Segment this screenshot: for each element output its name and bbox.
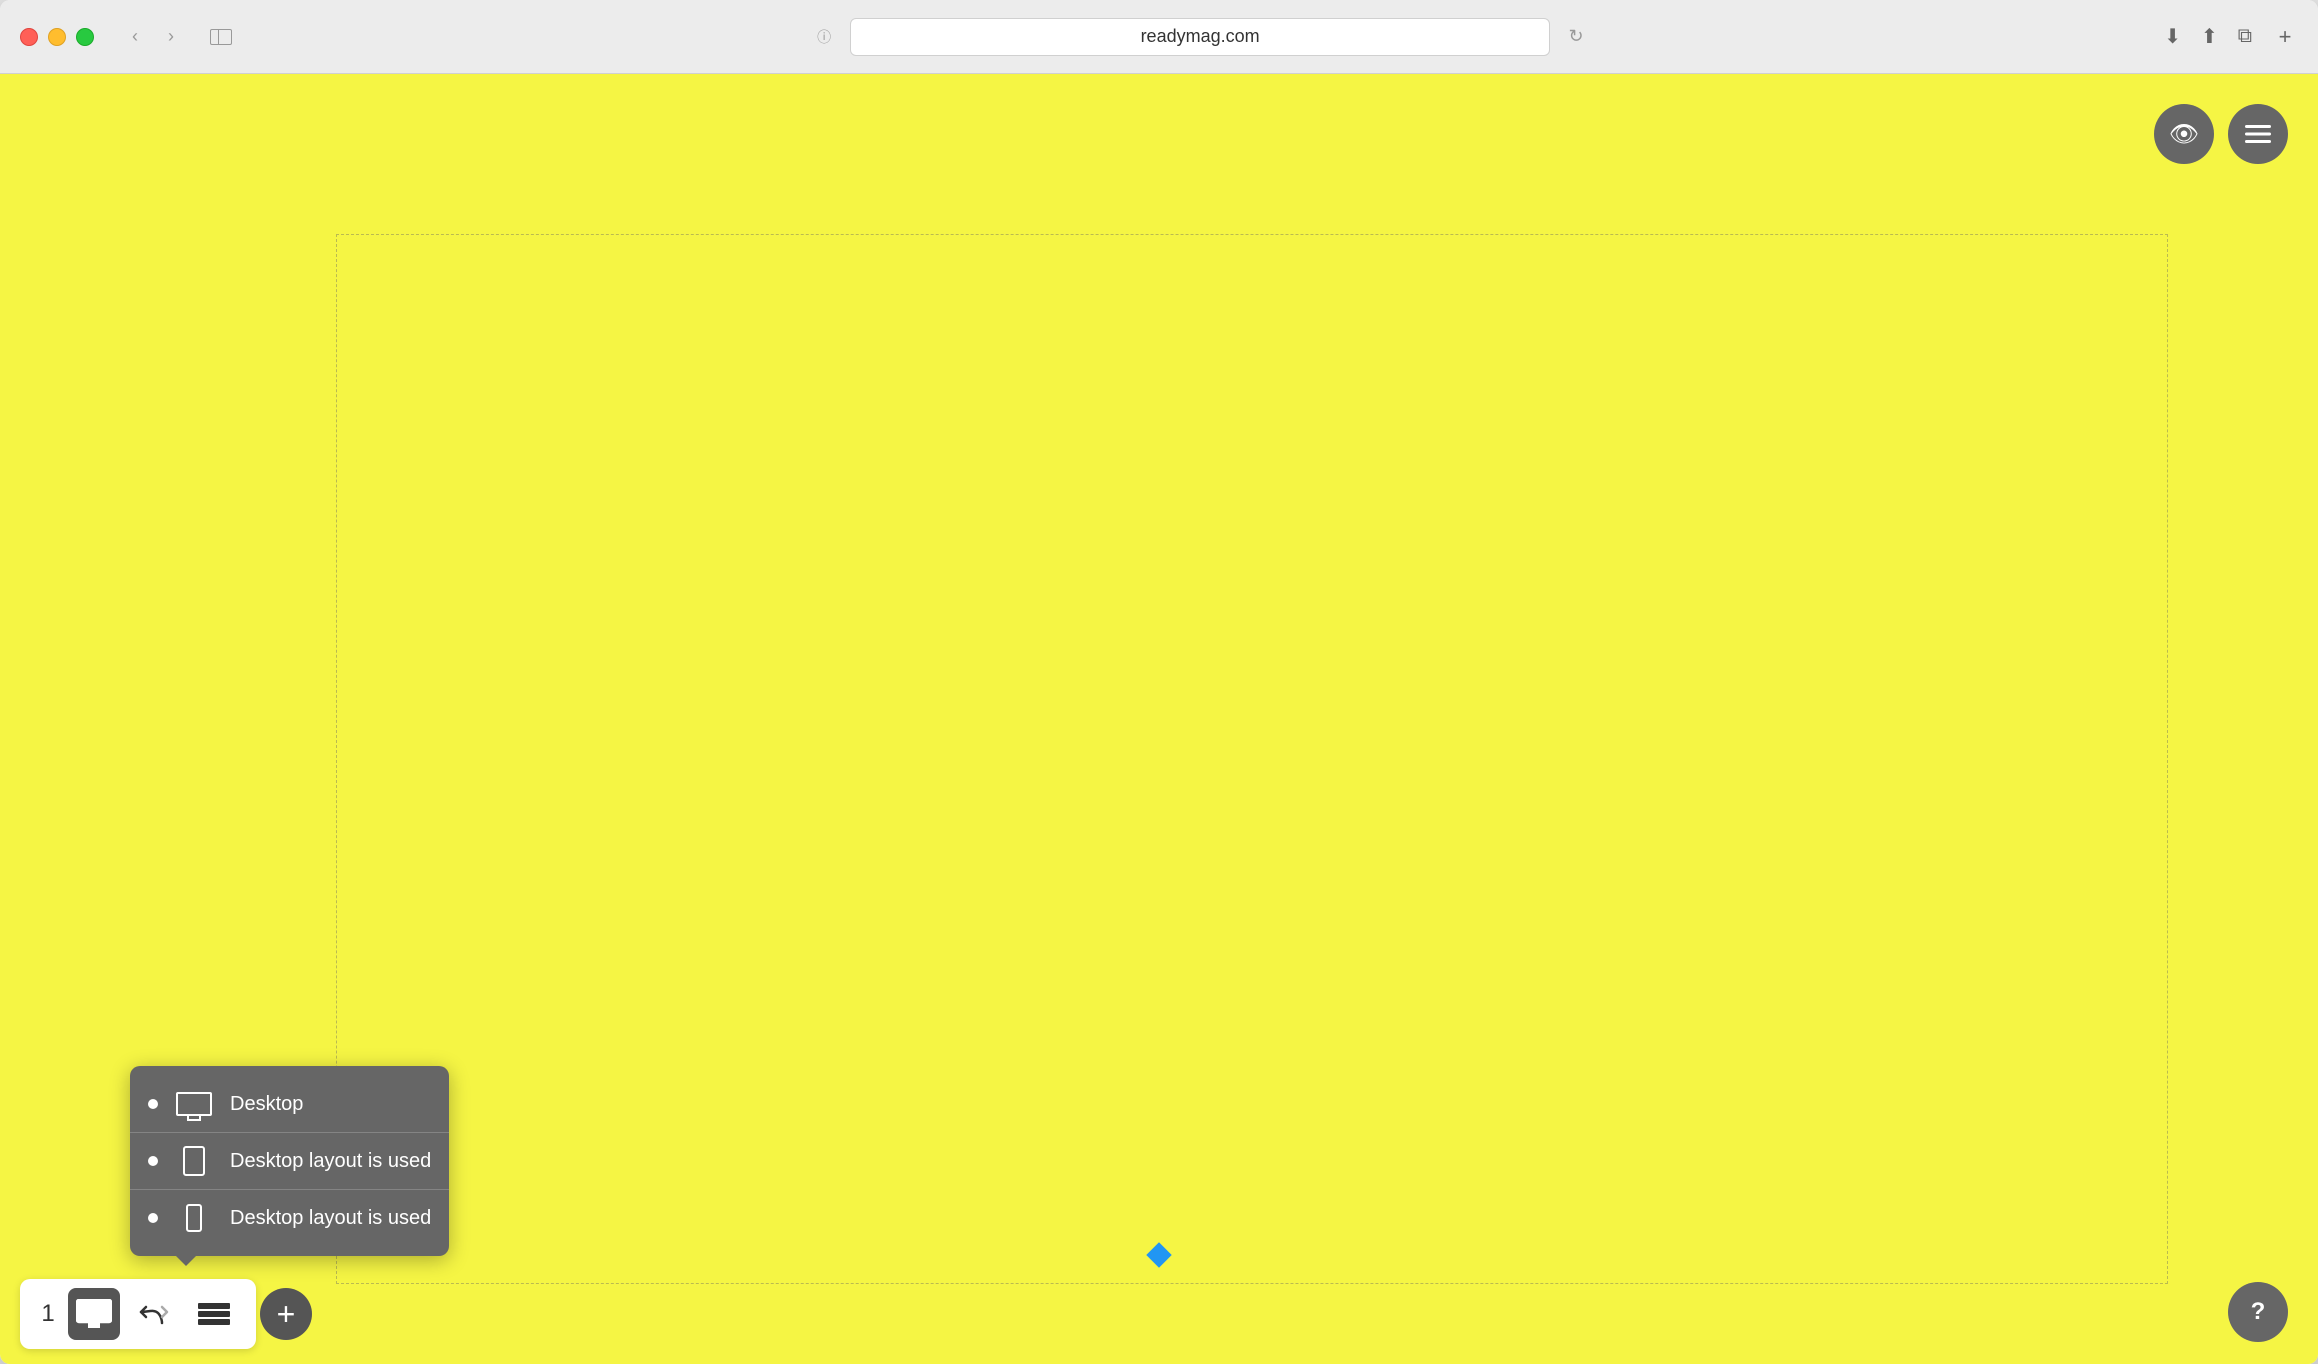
browser-actions: ⬇ ⬆ ⧉ + (2164, 24, 2298, 50)
download-icon[interactable]: ⬇ (2164, 24, 2181, 49)
desktop-device-icon (174, 1090, 214, 1118)
dropdown-item-desktop[interactable]: Desktop (130, 1076, 449, 1132)
top-right-controls: 👁 (2154, 104, 2288, 164)
layers-button[interactable] (188, 1288, 240, 1340)
mobile-device-icon (174, 1204, 214, 1232)
eye-icon: 👁 (2169, 120, 2199, 149)
toolbar-group: 1 (20, 1279, 256, 1349)
layout-dropdown: Desktop Desktop layout is used Desktop l… (130, 1066, 449, 1256)
address-bar-container: ⓘ readymag.com ↻ (252, 18, 2148, 56)
duplicate-icon[interactable]: ⧉ (2238, 25, 2252, 48)
tablet-device-icon (174, 1147, 214, 1175)
desktop-icon (176, 1092, 212, 1116)
minimize-button[interactable] (48, 28, 66, 46)
browser-titlebar: ‹ › ⓘ readymag.com ↻ ⬇ ⬆ ⧉ + (0, 0, 2318, 74)
dropdown-item-tablet[interactable]: Desktop layout is used (130, 1132, 449, 1189)
tablet-label: Desktop layout is used (230, 1150, 431, 1173)
info-icon: ⓘ (810, 23, 838, 51)
mobile-icon (186, 1204, 202, 1232)
desktop-layout-button[interactable] (68, 1288, 120, 1340)
close-button[interactable] (20, 28, 38, 46)
plus-icon: + (277, 1296, 296, 1333)
bottom-toolbar: 1 (0, 1264, 2318, 1364)
layers-icon (196, 1299, 232, 1329)
undo-redo-button[interactable] (128, 1288, 180, 1340)
page-number: 1 (36, 1300, 60, 1328)
add-page-button[interactable]: + (260, 1288, 312, 1340)
browser-window: ‹ › ⓘ readymag.com ↻ ⬇ ⬆ ⧉ + (0, 0, 2318, 1364)
share-icon[interactable]: ⬆ (2201, 24, 2218, 49)
dropdown-item-mobile[interactable]: Desktop layout is used (130, 1189, 449, 1246)
desktop-label: Desktop (230, 1093, 303, 1116)
bullet-dot (148, 1213, 158, 1223)
back-button[interactable]: ‹ (120, 24, 150, 50)
menu-button[interactable] (2228, 104, 2288, 164)
bullet-dot (148, 1099, 158, 1109)
url-text: readymag.com (1141, 26, 1260, 47)
browser-content: 👁 Desktop (0, 74, 2318, 1364)
menu-icon (2245, 125, 2271, 143)
address-bar[interactable]: readymag.com (850, 18, 1550, 56)
sidebar-toggle-button[interactable] (206, 24, 236, 50)
question-mark-icon: ? (2251, 1298, 2266, 1326)
reload-button[interactable]: ↻ (1562, 23, 1590, 51)
traffic-lights (20, 28, 94, 46)
tablet-icon (183, 1146, 205, 1176)
desktop-layout-icon (76, 1299, 112, 1329)
page-frame (336, 234, 2168, 1284)
sidebar-toggle-icon (210, 29, 232, 45)
mobile-label: Desktop layout is used (230, 1207, 431, 1230)
forward-button[interactable]: › (156, 24, 186, 50)
help-button[interactable]: ? (2228, 1282, 2288, 1342)
bullet-dot (148, 1156, 158, 1166)
nav-buttons: ‹ › (120, 24, 186, 50)
blue-dot-container (1150, 1246, 1168, 1264)
add-tab-button[interactable]: + (2272, 24, 2298, 50)
undo-redo-icon (136, 1299, 172, 1329)
preview-button[interactable]: 👁 (2154, 104, 2214, 164)
maximize-button[interactable] (76, 28, 94, 46)
